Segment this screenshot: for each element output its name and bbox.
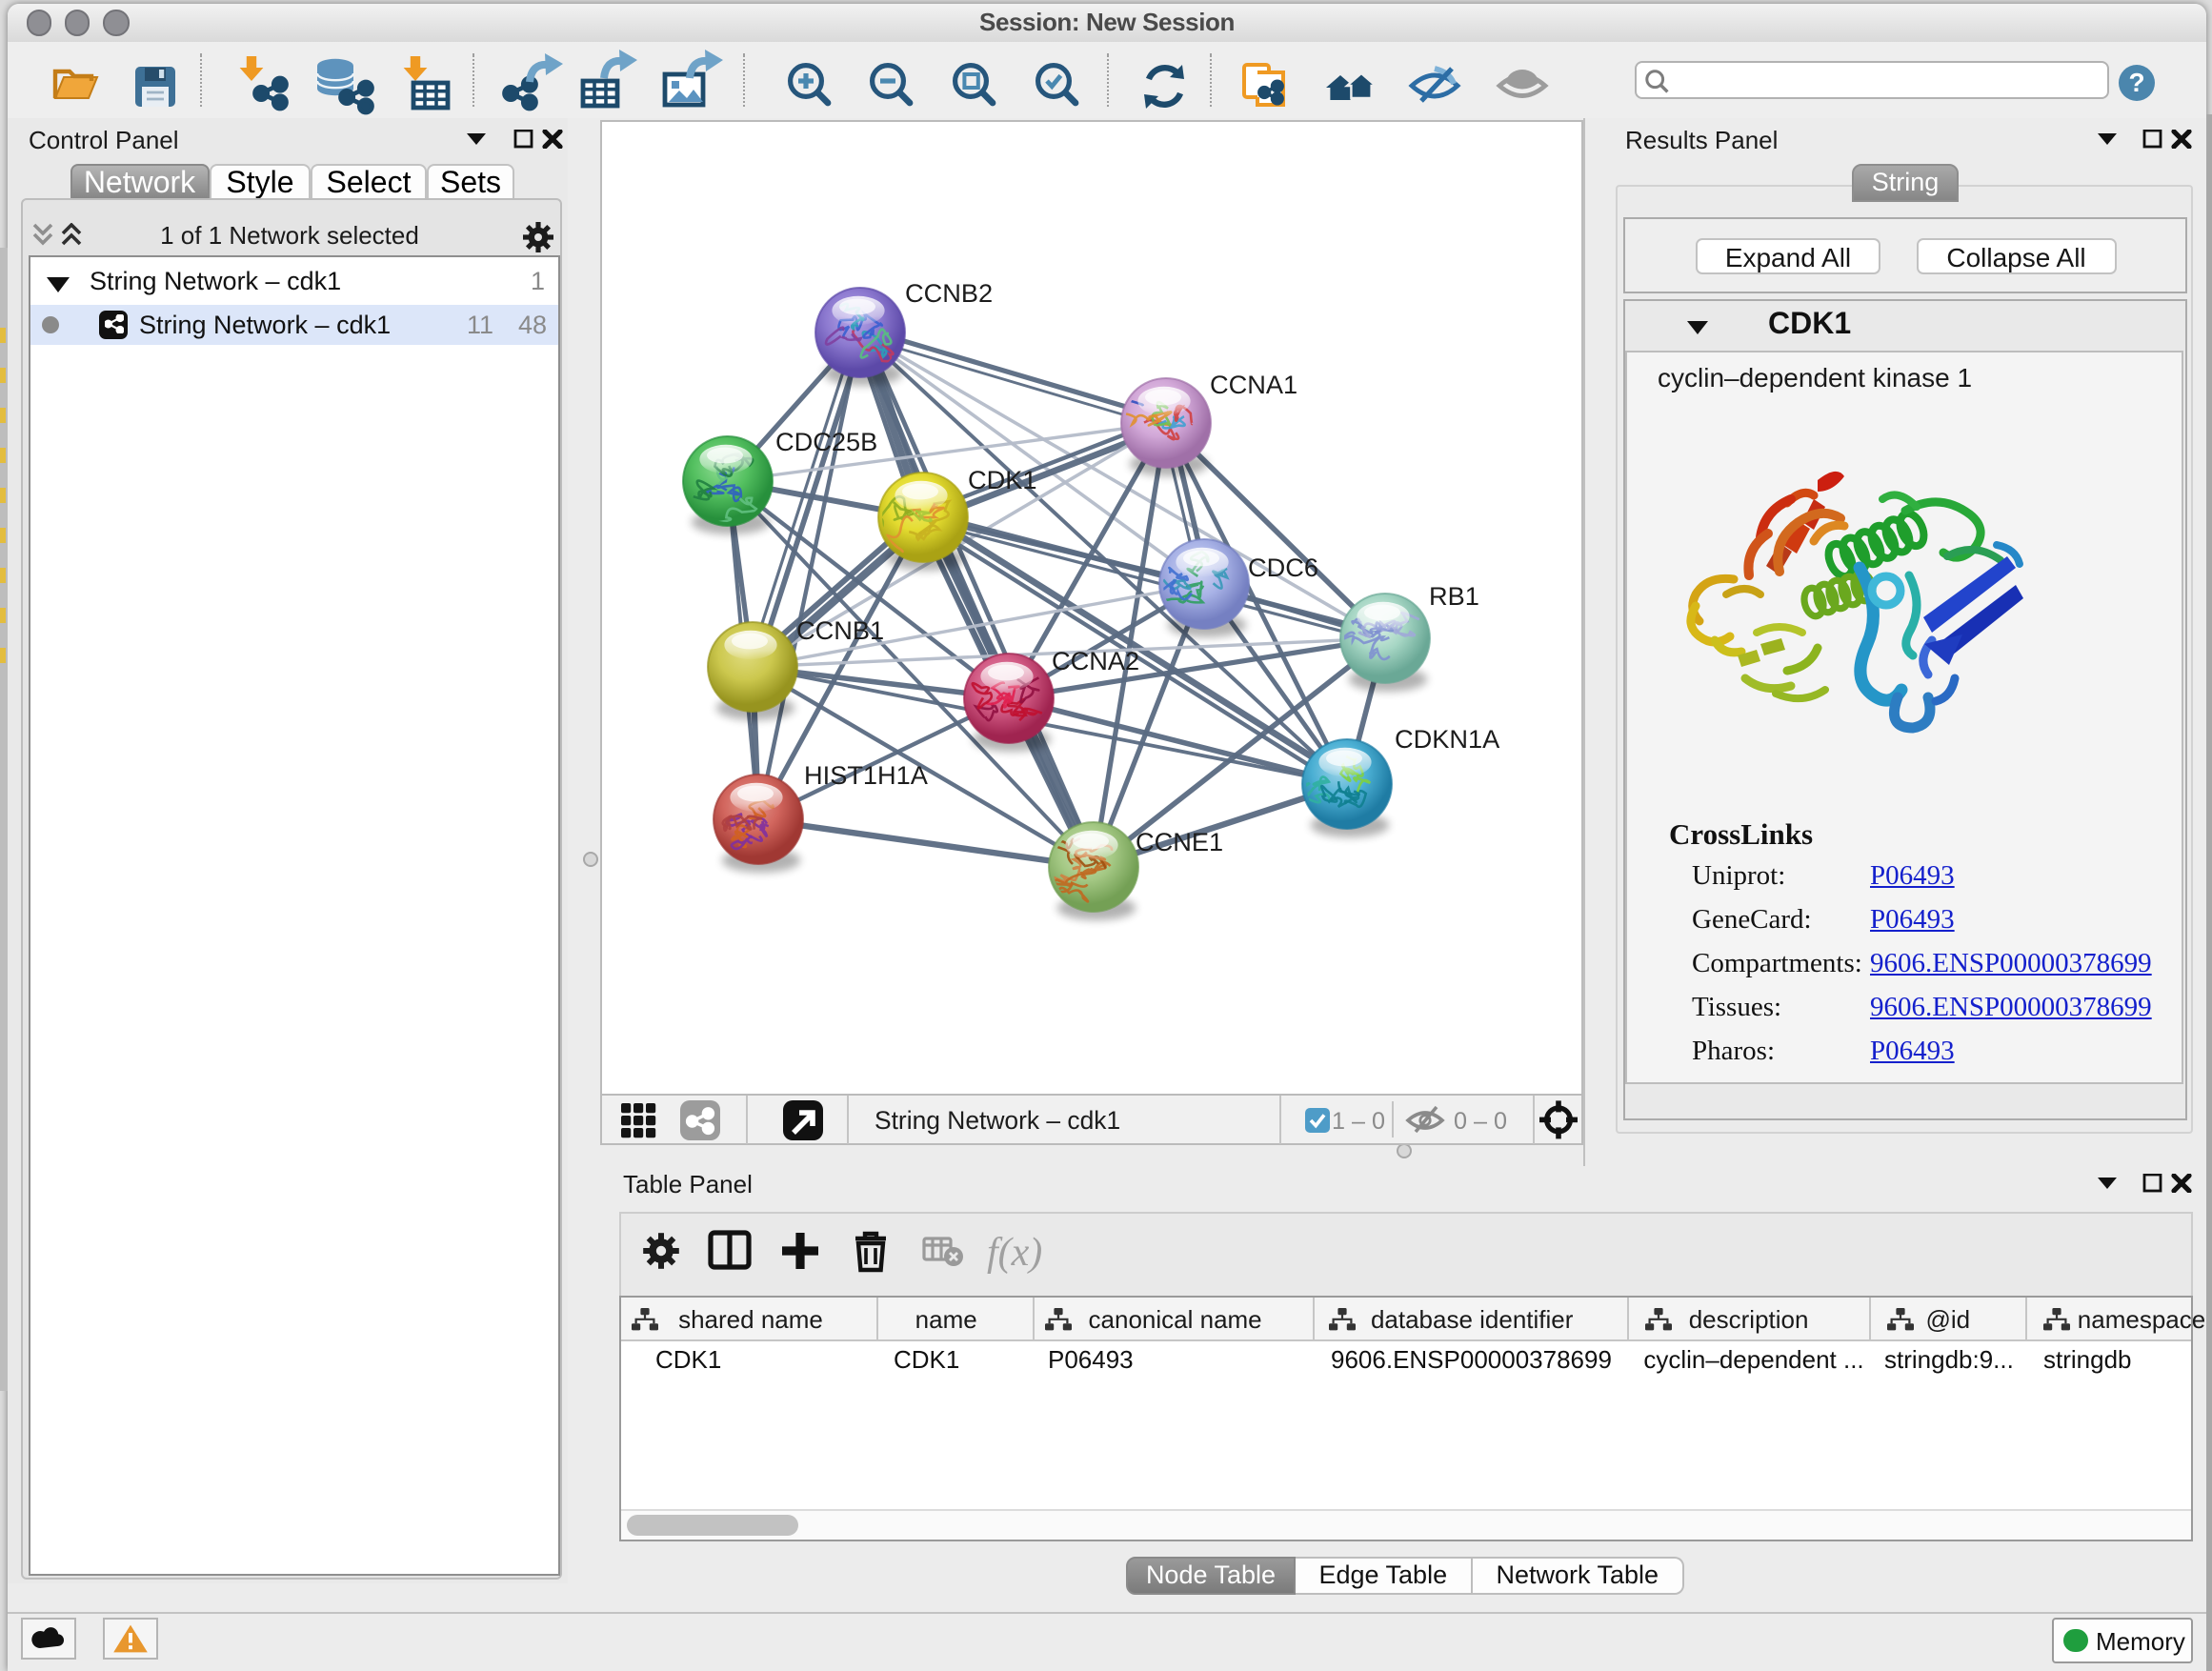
svg-text:CCNB2: CCNB2 (905, 277, 993, 307)
svg-text:CDC6: CDC6 (1248, 552, 1318, 581)
svg-text:String Network – cdk1: String Network – cdk1 (875, 1106, 1120, 1135)
svg-text:CDC25B: CDC25B (775, 426, 877, 455)
svg-text:CDKN1A: CDKN1A (1395, 723, 1500, 753)
svg-text:f(x): f(x) (988, 1231, 1043, 1275)
svg-text:CDK1: CDK1 (968, 464, 1037, 493)
svg-text:CCNA2: CCNA2 (1052, 645, 1139, 674)
svg-text:CCNE1: CCNE1 (1136, 826, 1223, 856)
svg-text:0 – 0: 0 – 0 (1454, 1108, 1507, 1135)
svg-text:CCNB1: CCNB1 (796, 614, 884, 644)
svg-text:HIST1H1A: HIST1H1A (804, 759, 929, 789)
svg-text:RB1: RB1 (1429, 580, 1479, 610)
svg-text:CCNA1: CCNA1 (1210, 369, 1297, 398)
svg-text:1 – 0: 1 – 0 (1332, 1108, 1385, 1135)
